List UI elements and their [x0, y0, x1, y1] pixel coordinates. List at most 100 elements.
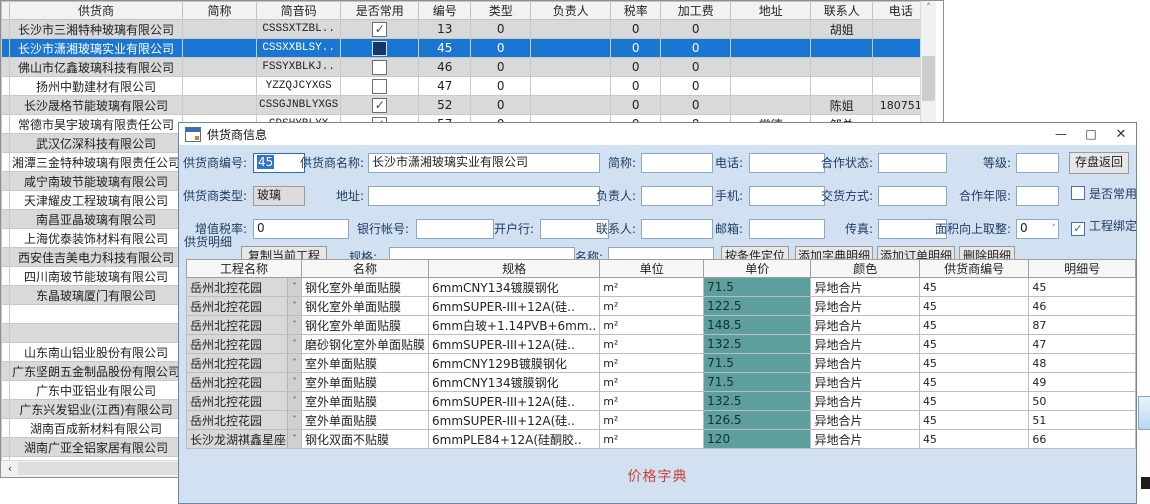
common-use-cell[interactable]: ✓: [341, 20, 419, 39]
grid-cell[interactable]: [531, 58, 611, 77]
grid-cell[interactable]: 71.5: [704, 354, 811, 373]
grid-cell[interactable]: 66: [1029, 430, 1136, 449]
grid-cell[interactable]: [731, 77, 811, 96]
grid-cell[interactable]: 71.5: [704, 373, 811, 392]
grid-cell[interactable]: 山东南山铝业股份有限公司: [10, 343, 183, 362]
grid-cell[interactable]: 132.5: [704, 392, 811, 411]
grid-cell[interactable]: [183, 39, 257, 58]
grid-cell[interactable]: 广东坚朗五金制品股份有限公司: [10, 362, 183, 381]
grid-cell[interactable]: 异地合片: [811, 316, 919, 335]
grid-cell[interactable]: m²: [600, 335, 704, 354]
column-header[interactable]: 地址: [731, 2, 811, 20]
grid-cell[interactable]: 45: [919, 354, 1028, 373]
grid-cell[interactable]: 西安佳吉美电力科技有限公司: [10, 248, 183, 267]
grid-cell[interactable]: CSSGJNBLYXGS: [257, 96, 341, 115]
grid-cell[interactable]: 0: [471, 39, 531, 58]
chevron-down-icon[interactable]: ˅: [287, 392, 301, 410]
grid-cell[interactable]: 52: [419, 96, 471, 115]
scroll-up-icon[interactable]: ˄: [921, 1, 936, 17]
chevron-down-icon[interactable]: ˅: [287, 430, 301, 448]
grid-cell[interactable]: 湖南百成新材料有限公司: [10, 419, 183, 438]
table-row[interactable]: 岳州北控花园˅钢化室外单面贴膜6mmCNY134镀膜钢化m²71.5异地合片45…: [187, 278, 1136, 297]
grid-cell[interactable]: [531, 39, 611, 58]
grid-cell[interactable]: FSSYXBLKJ..: [257, 58, 341, 77]
grid-cell[interactable]: 45: [919, 373, 1028, 392]
save-return-button[interactable]: 存盘返回: [1069, 152, 1129, 174]
column-header[interactable]: 简音码: [257, 2, 341, 20]
grid-cell[interactable]: 异地合片: [811, 297, 919, 316]
grade-input[interactable]: [1016, 153, 1059, 173]
table-row[interactable]: 岳州北控花园˅室外单面贴膜6mmSUPER-III+12A(硅..m²126.5…: [187, 411, 1136, 430]
common-use-cell[interactable]: ✓: [341, 96, 419, 115]
grid-cell[interactable]: 异地合片: [811, 373, 919, 392]
project-combobox[interactable]: 岳州北控花园˅: [187, 278, 302, 297]
column-header[interactable]: 名称: [302, 260, 429, 278]
grid-cell[interactable]: 咸宁南玻节能玻璃有限公司: [10, 172, 183, 191]
grid-cell[interactable]: 异地合片: [811, 278, 919, 297]
project-combobox[interactable]: 岳州北控花园˅: [187, 316, 302, 335]
grid-cell[interactable]: 45: [919, 278, 1028, 297]
grid-cell[interactable]: [531, 77, 611, 96]
grid-cell[interactable]: [731, 96, 811, 115]
common-use-cell[interactable]: [341, 58, 419, 77]
grid-cell[interactable]: 45: [1029, 278, 1136, 297]
chevron-down-icon[interactable]: ˅: [287, 354, 301, 372]
column-header[interactable]: 联系人: [811, 2, 873, 20]
grid-cell[interactable]: 6mmSUPER-III+12A(硅..: [429, 335, 600, 354]
grid-cell[interactable]: 122.5: [704, 297, 811, 316]
grid-cell[interactable]: [183, 58, 257, 77]
grid-cell[interactable]: 47: [419, 77, 471, 96]
grid-cell[interactable]: 0: [611, 96, 661, 115]
grid-cell[interactable]: 0: [611, 77, 661, 96]
grid-cell[interactable]: 扬州中勤建材有限公司: [10, 77, 183, 96]
column-header[interactable]: 是否常用: [341, 2, 419, 20]
grid-cell[interactable]: 0: [471, 96, 531, 115]
grid-cell[interactable]: 45: [919, 316, 1028, 335]
grid-cell[interactable]: [10, 324, 183, 343]
chevron-down-icon[interactable]: ˅: [287, 278, 301, 296]
grid-cell[interactable]: 6mmCNY134镀膜钢化: [429, 373, 600, 392]
dialog-titlebar[interactable]: 供货商信息 — □ ✕: [179, 123, 1136, 145]
grid-cell[interactable]: 46: [419, 58, 471, 77]
grid-cell[interactable]: m²: [600, 278, 704, 297]
grid-cell[interactable]: 异地合片: [811, 354, 919, 373]
table-row[interactable]: 岳州北控花园˅室外单面贴膜6mmCNY129B镀膜钢化m²71.5异地合片454…: [187, 354, 1136, 373]
grid-cell[interactable]: 四川南玻节能玻璃有限公司: [10, 267, 183, 286]
grid-cell[interactable]: YZZQJCYXGS: [257, 77, 341, 96]
grid-cell[interactable]: 13: [419, 20, 471, 39]
column-header[interactable]: 加工费: [661, 2, 731, 20]
grid-cell[interactable]: 室外单面贴膜: [302, 411, 429, 430]
checkbox-checked-icon[interactable]: ✓: [372, 22, 387, 37]
chevron-down-icon[interactable]: ˅: [287, 316, 301, 334]
grid-cell[interactable]: 0: [661, 39, 731, 58]
common-use-cell[interactable]: [341, 77, 419, 96]
grid-cell[interactable]: 0: [471, 77, 531, 96]
chevron-down-icon[interactable]: ˅: [287, 297, 301, 315]
chevron-down-icon[interactable]: ˅: [1052, 222, 1057, 237]
grid-cell[interactable]: 50: [1029, 392, 1136, 411]
grid-cell[interactable]: [531, 20, 611, 39]
checkbox-icon[interactable]: [372, 60, 387, 75]
common-use-cell[interactable]: [341, 39, 419, 58]
column-header[interactable]: 单位: [600, 260, 704, 278]
grid-cell[interactable]: 胡姐: [811, 20, 873, 39]
grid-cell[interactable]: [811, 39, 873, 58]
grid-cell[interactable]: m²: [600, 297, 704, 316]
grid-cell[interactable]: CSSXXBLSY..: [257, 39, 341, 58]
address-input[interactable]: [368, 186, 600, 206]
chevron-down-icon[interactable]: ˅: [287, 335, 301, 353]
grid-cell[interactable]: [531, 96, 611, 115]
supplier-no-input[interactable]: 45: [253, 153, 305, 173]
grid-cell[interactable]: 45: [919, 411, 1028, 430]
project-combobox[interactable]: 岳州北控花园˅: [187, 354, 302, 373]
grid-cell[interactable]: 87: [1029, 316, 1136, 335]
grid-cell[interactable]: 异地合片: [811, 335, 919, 354]
close-icon[interactable]: ✕: [1106, 127, 1136, 142]
common-use-checkbox[interactable]: 是否常用: [1071, 186, 1137, 202]
column-header[interactable]: 供货商编号: [919, 260, 1028, 278]
table-row[interactable]: 扬州中勤建材有限公司YZZQJCYXGS47000: [2, 77, 929, 96]
grid-cell[interactable]: [183, 96, 257, 115]
checkbox-icon[interactable]: [372, 41, 387, 56]
grid-cell[interactable]: [731, 58, 811, 77]
project-combobox[interactable]: 岳州北控花园˅: [187, 373, 302, 392]
